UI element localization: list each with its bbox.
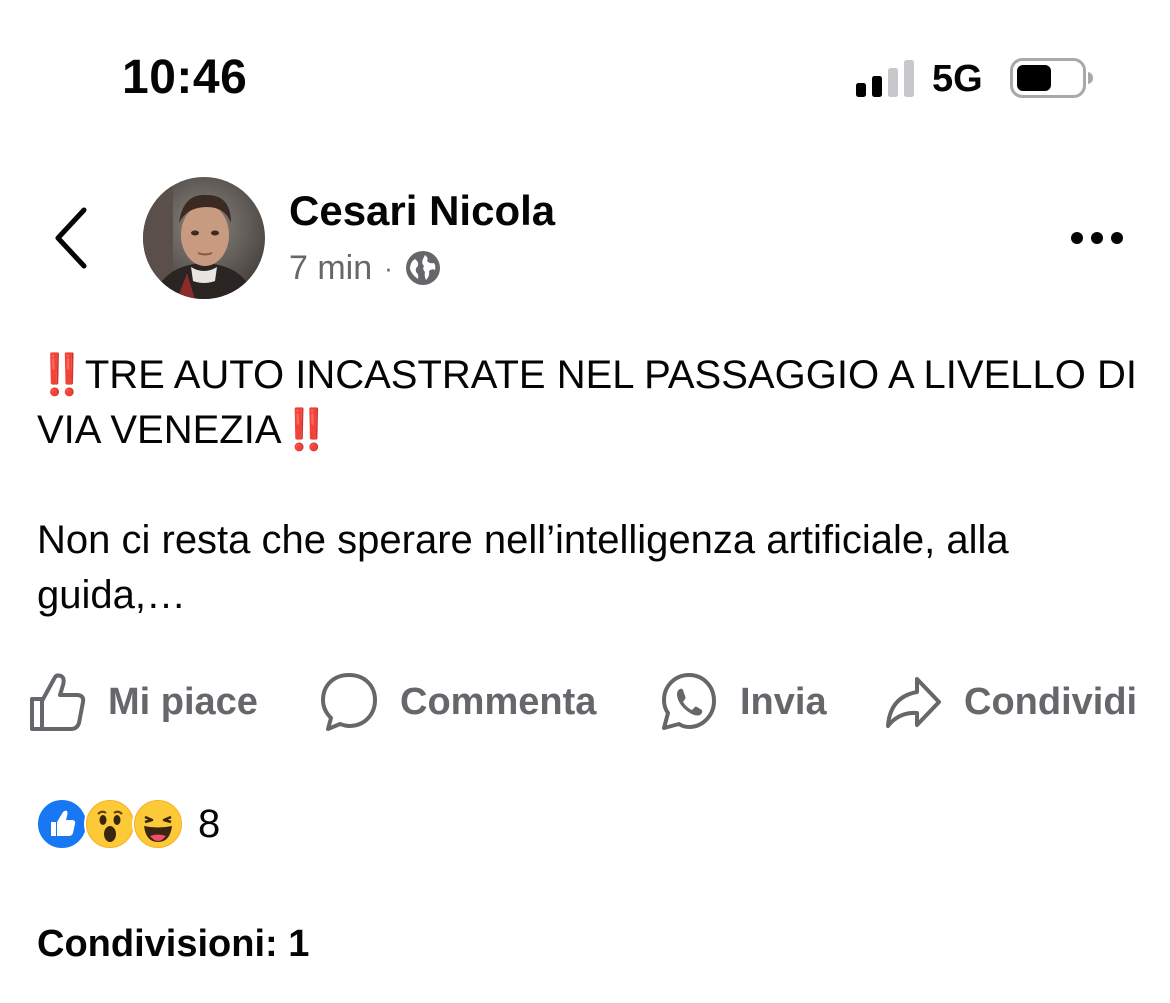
meta-separator: · bbox=[384, 253, 393, 283]
post-timestamp[interactable]: 7 min bbox=[289, 246, 372, 290]
battery-icon bbox=[1010, 58, 1093, 98]
thumbs-up-icon bbox=[30, 673, 86, 731]
comment-button[interactable]: Commenta bbox=[320, 670, 596, 734]
author-avatar[interactable] bbox=[143, 177, 265, 299]
comment-bubble-icon bbox=[321, 673, 377, 731]
post-detail-screen: 10:46 5G Cesari Nicola 7 min · ‼️TRE AUT… bbox=[0, 0, 1170, 1003]
post-meta: 7 min · bbox=[289, 246, 441, 290]
post-headline: ‼️TRE AUTO INCASTRATE NEL PASSAGGIO A LI… bbox=[37, 348, 1137, 458]
whatsapp-icon bbox=[662, 673, 716, 730]
cellular-signal-icon bbox=[856, 59, 916, 97]
double-exclamation-emoji: ‼️ bbox=[37, 353, 87, 397]
haha-reaction-icon bbox=[132, 798, 184, 850]
reaction-count: 8 bbox=[198, 801, 221, 846]
like-label: Mi piace bbox=[108, 680, 258, 723]
share-arrow-icon bbox=[886, 677, 941, 728]
author-name[interactable]: Cesari Nicola bbox=[289, 186, 555, 236]
network-type: 5G bbox=[932, 58, 983, 100]
share-button[interactable]: Condividi bbox=[884, 670, 1137, 734]
post-headline-text: TRE AUTO INCASTRATE NEL PASSAGGIO A LIVE… bbox=[37, 353, 1137, 452]
reactions-summary[interactable]: 8 bbox=[36, 798, 220, 850]
send-label: Invia bbox=[740, 680, 827, 723]
shares-count[interactable]: Condivisioni: 1 bbox=[37, 920, 309, 968]
status-time: 10:46 bbox=[122, 51, 248, 104]
more-options-button[interactable] bbox=[1066, 222, 1128, 254]
more-horizontal-icon bbox=[1071, 232, 1123, 244]
wow-reaction-icon bbox=[84, 798, 136, 850]
post-body[interactable]: Non ci resta che sperare nell’intelligen… bbox=[37, 513, 1137, 623]
share-label: Condividi bbox=[964, 680, 1138, 723]
like-button[interactable]: Mi piace bbox=[28, 670, 258, 734]
globe-icon[interactable] bbox=[405, 250, 441, 286]
back-button[interactable] bbox=[46, 204, 98, 272]
send-button[interactable]: Invia bbox=[660, 670, 827, 734]
comment-label: Commenta bbox=[400, 680, 597, 723]
chevron-left-icon bbox=[55, 207, 87, 269]
post-text: ‼️TRE AUTO INCASTRATE NEL PASSAGGIO A LI… bbox=[37, 348, 1137, 623]
like-reaction-icon bbox=[36, 798, 88, 850]
double-exclamation-emoji: ‼️ bbox=[281, 408, 332, 452]
